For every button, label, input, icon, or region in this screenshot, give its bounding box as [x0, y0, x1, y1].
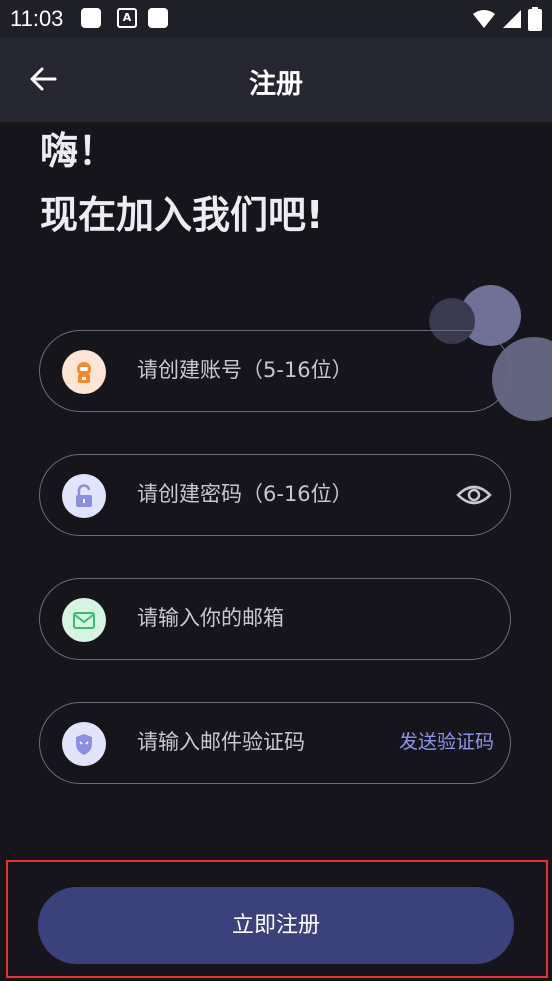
notification-icon-2: [148, 8, 168, 28]
greeting-line-1: 嗨！: [40, 129, 117, 173]
shield-icon: [62, 722, 106, 766]
page-title: 注册: [249, 69, 303, 100]
account-field[interactable]: 请创建账号（5-16位）: [39, 330, 511, 412]
password-field[interactable]: 请创建密码（6-16位）: [39, 454, 511, 536]
password-input[interactable]: 请创建密码（6-16位）: [137, 455, 353, 534]
send-code-button[interactable]: 发送验证码: [399, 703, 494, 782]
signal-icon: [503, 10, 521, 28]
font-app-icon: A: [117, 8, 137, 28]
register-button[interactable]: 立即注册: [38, 887, 514, 964]
notification-icon: [81, 8, 101, 28]
greeting-line-2: 现在加入我们吧!: [40, 193, 324, 237]
email-input[interactable]: 请输入你的邮箱: [137, 579, 284, 658]
battery-icon: [528, 7, 542, 31]
mail-icon: [62, 598, 106, 642]
wifi-icon: [473, 10, 495, 28]
eye-icon[interactable]: [456, 481, 492, 509]
status-time: 11:03: [10, 6, 64, 31]
status-icons: [472, 7, 542, 31]
verification-code-field[interactable]: 请输入邮件验证码 发送验证码: [39, 702, 511, 784]
status-bar: 11:03 A: [0, 0, 552, 38]
verification-code-input[interactable]: 请输入邮件验证码: [137, 703, 305, 782]
robot-icon: [62, 350, 106, 394]
email-field[interactable]: 请输入你的邮箱: [39, 578, 511, 660]
app-bar: 注册: [0, 38, 552, 122]
account-input[interactable]: 请创建账号（5-16位）: [137, 331, 353, 410]
unlock-icon: [62, 474, 106, 518]
